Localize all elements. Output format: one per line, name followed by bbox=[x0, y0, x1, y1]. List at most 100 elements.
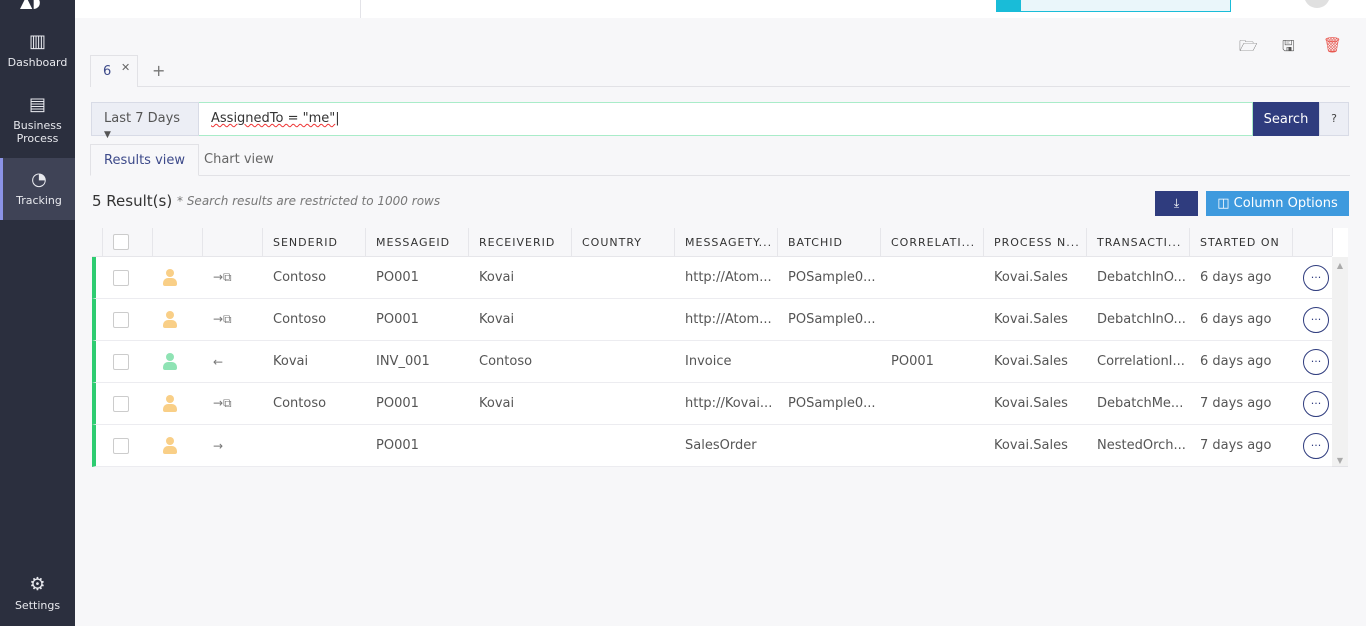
column-header[interactable]: PROCESS N... bbox=[984, 228, 1087, 256]
header-select-all[interactable] bbox=[103, 228, 153, 256]
sidebar-item-label: Settings bbox=[14, 599, 61, 612]
date-range-dropdown[interactable]: Last 7 Days ▼ bbox=[91, 102, 199, 140]
more-options-icon[interactable]: ··· bbox=[1303, 390, 1329, 417]
sidebar-item-tracking[interactable]: ◔ Tracking bbox=[0, 158, 75, 220]
row-checkbox[interactable] bbox=[113, 311, 129, 328]
more-options-icon[interactable]: ··· bbox=[1303, 348, 1329, 375]
caret-down-icon: ▼ bbox=[104, 130, 111, 140]
tab-chart-view[interactable]: Chart view bbox=[191, 144, 287, 176]
table-row[interactable]: → PO001 SalesOrder Kovai.Sales NestedOrch...… bbox=[92, 425, 1332, 467]
column-header[interactable]: CORRELATI... bbox=[881, 228, 984, 256]
row-actions[interactable]: ··· bbox=[1293, 425, 1333, 466]
table-row[interactable]: ← Kovai INV_001 Contoso Invoice PO001 Kovai.Sa… bbox=[92, 341, 1332, 383]
row-actions[interactable]: ··· bbox=[1293, 383, 1333, 424]
header-spacer bbox=[92, 228, 103, 256]
table-cell: Invoice bbox=[685, 354, 732, 369]
more-options-icon[interactable]: ··· bbox=[1303, 306, 1329, 333]
table-row[interactable]: →⧉ Contoso PO001 Kovai http://Atom... POSampl… bbox=[92, 299, 1332, 341]
delete-icon[interactable]: 🗑 bbox=[1323, 36, 1342, 54]
table-cell: Kovai.Sales bbox=[994, 312, 1068, 327]
query-tab[interactable]: 6 ✕ bbox=[90, 55, 138, 87]
row-status bbox=[153, 299, 203, 340]
list-icon: ▤ bbox=[28, 94, 46, 115]
row-actions[interactable]: ··· bbox=[1293, 257, 1333, 298]
table-cell bbox=[263, 425, 366, 466]
query-input[interactable]: AssignedTo = "me"| bbox=[199, 102, 1253, 136]
row-spacer bbox=[96, 425, 103, 466]
more-options-icon[interactable]: ··· bbox=[1303, 432, 1329, 459]
table-cell: INV_001 bbox=[376, 354, 430, 369]
table-cell: http://Kovai... bbox=[685, 396, 773, 411]
person-icon bbox=[163, 352, 177, 371]
table-cell: DebatchInO... bbox=[1097, 270, 1186, 285]
table-row[interactable]: →⧉ Contoso PO001 Kovai http://Atom... POSampl… bbox=[92, 257, 1332, 299]
table-cell: Kovai.Sales bbox=[994, 396, 1068, 411]
person-icon bbox=[163, 268, 177, 287]
search-button[interactable]: Search bbox=[1253, 102, 1319, 136]
table-cell bbox=[572, 383, 675, 424]
column-header[interactable]: RECEIVERID bbox=[469, 228, 572, 256]
column-header[interactable]: SENDERID bbox=[263, 228, 366, 256]
person-icon bbox=[163, 436, 177, 455]
table-cell bbox=[572, 341, 675, 382]
table-cell bbox=[881, 299, 984, 340]
help-icon[interactable]: ? bbox=[1319, 102, 1349, 136]
column-header[interactable]: MESSAGEID bbox=[366, 228, 469, 256]
sidebar-item-settings[interactable]: ⚙ Settings bbox=[0, 574, 75, 613]
row-spacer bbox=[96, 299, 103, 340]
table-cell: Contoso bbox=[273, 270, 327, 285]
row-status bbox=[153, 383, 203, 424]
column-header[interactable]: MESSAGETY... bbox=[675, 228, 778, 256]
sidebar-item-dashboard[interactable]: ▥ Dashboard bbox=[0, 31, 75, 70]
table-cell: DebatchInO... bbox=[1097, 312, 1186, 327]
row-checkbox[interactable] bbox=[113, 269, 129, 286]
bar-chart-icon: ▥ bbox=[28, 31, 46, 52]
close-icon[interactable]: ✕ bbox=[121, 61, 130, 74]
date-range-label: Last 7 Days bbox=[104, 111, 181, 126]
row-select[interactable] bbox=[103, 299, 153, 340]
table-cell bbox=[778, 341, 881, 382]
row-checkbox[interactable] bbox=[113, 353, 129, 370]
add-tab-icon[interactable]: + bbox=[152, 61, 165, 80]
table-cell: DebatchMe... bbox=[1097, 396, 1184, 411]
result-count: 5 Result(s) bbox=[92, 192, 173, 210]
row-select[interactable] bbox=[103, 383, 153, 424]
gear-icon: ⚙ bbox=[29, 574, 46, 595]
app-logo[interactable]: ▲◗ bbox=[20, 0, 56, 11]
table-cell: 6 days ago bbox=[1200, 312, 1272, 327]
more-options-icon[interactable]: ··· bbox=[1303, 264, 1329, 291]
table-cell: 6 days ago bbox=[1200, 270, 1272, 285]
view-tabs: Results view Chart view bbox=[90, 144, 1350, 176]
table-cell: Kovai bbox=[479, 312, 515, 327]
row-actions[interactable]: ··· bbox=[1293, 341, 1333, 382]
row-select[interactable] bbox=[103, 257, 153, 298]
row-checkbox[interactable] bbox=[113, 437, 129, 454]
table-cell: POSample0... bbox=[788, 270, 876, 285]
column-header[interactable]: TRANSACTI... bbox=[1087, 228, 1190, 256]
query-tabs: 6 ✕ + bbox=[90, 55, 1350, 87]
column-options-button[interactable]: ◫ Column Options bbox=[1206, 191, 1349, 216]
columns-icon: ◫ bbox=[1217, 196, 1230, 211]
query-text: AssignedTo = "me" bbox=[211, 111, 336, 126]
row-select[interactable] bbox=[103, 425, 153, 466]
column-header[interactable]: BATCHID bbox=[778, 228, 881, 256]
download-button[interactable]: ⤓ bbox=[1155, 191, 1198, 216]
scrollbar[interactable]: ▲ ▼ bbox=[1332, 257, 1348, 466]
row-spacer bbox=[96, 341, 103, 382]
sidebar-item-business-process[interactable]: ▤ Business Process bbox=[0, 94, 75, 146]
table-cell: PO001 bbox=[376, 270, 419, 285]
column-header[interactable]: STARTED ON bbox=[1190, 228, 1293, 256]
tab-results-view[interactable]: Results view bbox=[90, 144, 200, 176]
row-select[interactable] bbox=[103, 341, 153, 382]
table-row[interactable]: →⧉ Contoso PO001 Kovai http://Kovai... POSamp… bbox=[92, 383, 1332, 425]
select-all-checkbox[interactable] bbox=[113, 234, 129, 250]
table-cell bbox=[881, 383, 984, 424]
row-checkbox[interactable] bbox=[113, 395, 129, 412]
row-actions[interactable]: ··· bbox=[1293, 299, 1333, 340]
column-header[interactable]: COUNTRY bbox=[572, 228, 675, 256]
table-cell: 7 days ago bbox=[1200, 396, 1272, 411]
notification-banner[interactable] bbox=[996, 0, 1231, 12]
table-cell: 7 days ago bbox=[1200, 438, 1272, 453]
table-cell: PO001 bbox=[376, 396, 419, 411]
table-cell bbox=[778, 425, 881, 466]
